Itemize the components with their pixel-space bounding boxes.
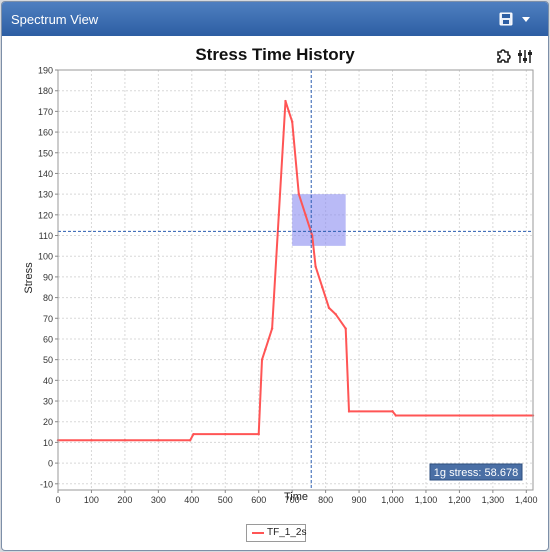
data-point: [90, 439, 93, 442]
data-point: [277, 213, 280, 217]
y-tick-label: 160: [38, 128, 53, 138]
x-tick-label: 800: [318, 495, 333, 505]
data-point: [224, 432, 227, 436]
data-point: [188, 439, 192, 442]
y-tick-label: 10: [43, 438, 53, 448]
legend[interactable]: TF_1_2s: [246, 524, 306, 542]
readout-text: 1g stress: 58.678: [434, 467, 518, 479]
chevron-down-icon[interactable]: [519, 12, 533, 26]
x-tick-label: 400: [184, 495, 199, 505]
data-point: [334, 312, 337, 316]
y-tick-label: 190: [38, 66, 53, 76]
chart-title: Stress Time History: [195, 45, 355, 64]
y-tick-label: 70: [43, 314, 53, 324]
data-point: [257, 432, 260, 436]
data-point: [157, 439, 160, 442]
y-tick-label: -10: [40, 479, 53, 489]
data-point: [458, 414, 461, 417]
data-point: [290, 120, 294, 123]
data-point: [287, 110, 291, 113]
x-tick-label: 1,000: [381, 495, 404, 505]
data-point: [491, 414, 495, 417]
data-point: [344, 327, 347, 330]
data-point: [321, 286, 324, 289]
data-point: [260, 358, 264, 361]
selection-box[interactable]: [292, 194, 346, 246]
data-point: [123, 439, 127, 442]
readout-badge: 1g stress: 58.678: [429, 463, 523, 481]
data-point: [394, 414, 398, 417]
x-tick-label: 1,100: [415, 495, 438, 505]
y-tick-label: 60: [43, 334, 53, 344]
puzzle-gear-icon[interactable]: [497, 49, 511, 63]
y-tick-label: 90: [43, 272, 53, 282]
y-axis-label: Stress: [23, 262, 35, 294]
x-tick-label: 1,300: [482, 495, 505, 505]
sliders-icon[interactable]: [518, 50, 532, 63]
x-axis-label: Time: [284, 491, 308, 503]
y-tick-label: 40: [43, 376, 53, 386]
data-point: [192, 432, 195, 436]
legend-swatch: [252, 532, 264, 534]
y-tick-label: 100: [38, 252, 53, 262]
data-point: [314, 265, 317, 268]
data-point: [270, 327, 274, 330]
legend-label: TF_1_2s: [267, 527, 307, 538]
y-tick-label: 170: [38, 107, 53, 117]
grid: [57, 69, 533, 490]
chart-panel: Stress Time History -10 0 10 20 30 40 50 60 70 80…: [2, 36, 548, 550]
data-point: [284, 99, 287, 103]
y-tick-label: 80: [43, 293, 53, 303]
data-point: [347, 410, 351, 413]
x-tick-label: 900: [352, 495, 367, 505]
y-tick-label: 180: [38, 86, 53, 96]
selection-rectangle: [292, 194, 346, 246]
data-point: [264, 348, 267, 351]
x-tick-label: 1,200: [448, 495, 471, 505]
y-tick-label: 50: [43, 355, 53, 365]
series-TF_1_2s: [56, 99, 535, 442]
y-tick-label: 30: [43, 397, 53, 407]
plot-frame: [57, 69, 534, 491]
stress-chart[interactable]: Stress Time History -1001020304050607080…: [2, 36, 548, 550]
y-tick-label: 0: [48, 459, 53, 469]
spectrum-view-window: Spectrum View Stress Time History -10 0 …: [1, 1, 549, 551]
y-tick-label: 110: [39, 231, 53, 241]
x-tick-label: 300: [151, 495, 166, 505]
data-point: [424, 414, 428, 417]
crosshair: [58, 70, 533, 490]
y-tick-label: 120: [38, 210, 53, 220]
x-tick-label: 100: [84, 495, 99, 505]
y-axis-ticks: -10 0 10 20 30 40 50 60 70 80 90 100 110 120 130 140 150…: [38, 66, 58, 489]
floppy-disk-icon[interactable]: [499, 12, 513, 26]
y-tick-label: 130: [38, 190, 53, 200]
x-tick-label: 200: [117, 495, 132, 505]
data-point: [391, 410, 394, 413]
series-line: [58, 100, 533, 442]
window-title: Spectrum View: [11, 12, 99, 27]
y-tick-label: 150: [38, 148, 53, 158]
x-tick-label: 600: [251, 495, 266, 505]
x-tick-label: 1,400: [515, 495, 538, 505]
data-point: [304, 213, 307, 217]
x-tick-label: 500: [218, 495, 233, 505]
y-tick-label: 140: [38, 169, 53, 179]
data-point: [297, 192, 301, 196]
x-tick-label: 0: [55, 495, 60, 505]
y-tick-label: 20: [43, 417, 53, 427]
title-bar: Spectrum View: [2, 2, 548, 36]
data-point: [327, 306, 331, 310]
